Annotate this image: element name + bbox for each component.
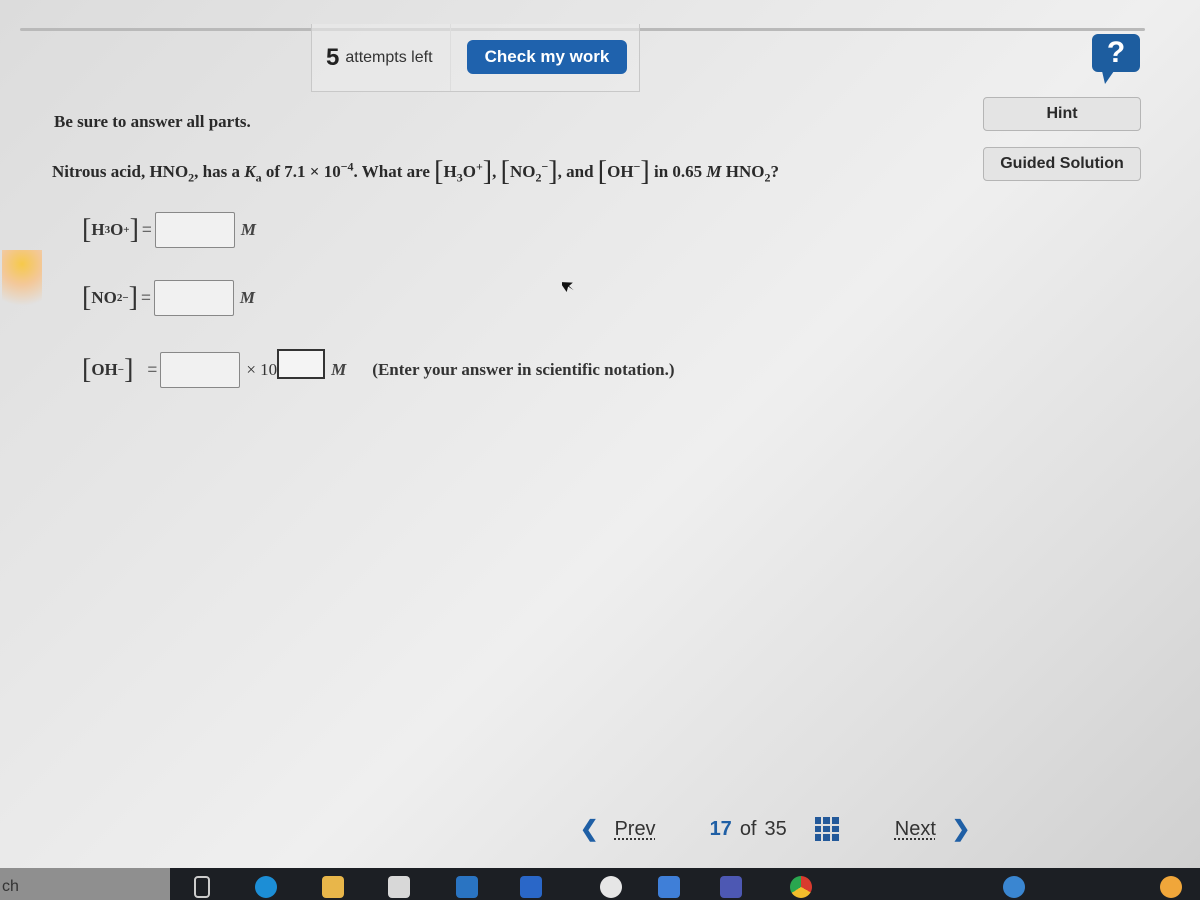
dropbox-icon[interactable] [520,876,542,898]
app-icon[interactable] [600,876,622,898]
night-light-icon[interactable] [1160,876,1182,898]
ka-symbol: K [244,162,256,181]
oh-coefficient-input[interactable] [160,352,241,388]
q-part: , has a [194,162,245,181]
q-part: HNO [721,162,765,181]
prev-label: Prev [614,817,656,840]
microsoft-store-icon[interactable] [388,876,410,898]
q-no2: NO [509,162,536,181]
q-h3o: O [462,162,476,181]
help-tray-icon[interactable] [1003,876,1025,898]
attempts-indicator: 5 attempts left [311,24,451,92]
unit-label: M [239,288,255,307]
q-oh: OH [607,162,634,181]
chevron-right-icon: ❯ [951,816,971,841]
times-ten-label: × 10 [246,360,278,379]
help-icon[interactable]: ? [1092,34,1140,84]
scientific-notation-note: (Enter your answer in scientific notatio… [372,360,675,379]
screen-glare [2,250,42,320]
equals-sign: = [147,360,158,379]
bracket: [ [82,282,92,313]
no2-input[interactable] [153,280,234,316]
equals-sign: = [140,288,151,307]
unit-label: M [331,360,347,379]
answer-row-h3o: [H 3 O +] = M [82,212,256,248]
q-molar: M [706,162,722,181]
q-part: ? [770,162,780,181]
no2-label: [NO 2−] [82,282,138,314]
unit-label: M [240,220,256,239]
hint-button[interactable]: Hint [983,97,1141,131]
mail-icon[interactable] [456,876,478,898]
q-part: . What are [353,162,435,181]
chrome-icon[interactable] [790,876,812,898]
bracket: ] [128,282,138,313]
q-h3o: H [443,162,457,181]
q-part: of 7.1 × 10 [261,162,341,181]
oh-label: [OH −] [82,354,133,386]
edge-browser-icon[interactable] [255,876,277,898]
mouse-cursor-icon [562,282,574,292]
bracket: [ [597,156,608,187]
q-sup: + [475,159,483,174]
answer-row-no2: [NO 2−] = M [82,280,255,316]
next-label: Next [894,817,936,840]
current-page: 17 [709,817,732,840]
q-part: in 0.65 [649,162,707,181]
attempts-label: attempts left [345,48,433,66]
label-part: OH [91,360,118,379]
label-part: NO [91,288,117,307]
q-part: Nitrous acid, HNO [52,162,189,181]
check-my-work-button[interactable]: Check my work [467,40,627,74]
bracket: ] [548,156,558,187]
next-button[interactable]: Next ❯ [895,816,971,842]
bracket: [ [500,156,510,187]
cortana-icon[interactable] [658,876,680,898]
page-of-label: of [739,817,757,840]
instructions-text: Be sure to answer all parts. [54,112,251,131]
bracket: ] [129,214,139,245]
h3o-label: [H 3 O +] [82,214,139,246]
label-part: H [91,220,105,239]
question-text: Nitrous acid, HNO2, has a Ka of 7.1 × 10… [52,156,780,187]
question-navigation: ❮ Prev 17 of 35 Next ❯ [580,814,970,844]
h3o-input[interactable] [154,212,235,248]
equals-sign: = [141,220,152,239]
teams-icon[interactable] [720,876,742,898]
chevron-left-icon: ❮ [580,816,599,841]
total-pages: 35 [764,817,787,840]
guided-solution-button[interactable]: Guided Solution [983,147,1141,181]
q-part: , and [557,162,598,181]
bracket: [ [82,214,92,245]
bracket: ] [640,156,650,187]
bracket: ] [124,354,134,385]
label-part: O [110,220,124,239]
task-view-icon[interactable] [194,876,210,898]
prev-button[interactable]: ❮ Prev [580,816,656,842]
oh-exponent-input[interactable] [277,349,326,379]
question-grid-icon[interactable] [814,817,839,841]
bracket: [ [82,354,92,385]
file-explorer-icon[interactable] [322,876,344,898]
ka-exponent: −4 [340,159,354,174]
bracket: ] [482,156,493,187]
taskbar-search[interactable]: ch [0,868,170,900]
attempts-count: 5 [326,43,340,71]
answer-row-oh: [OH −] = × 10 M (Enter your answer in sci… [82,349,675,388]
